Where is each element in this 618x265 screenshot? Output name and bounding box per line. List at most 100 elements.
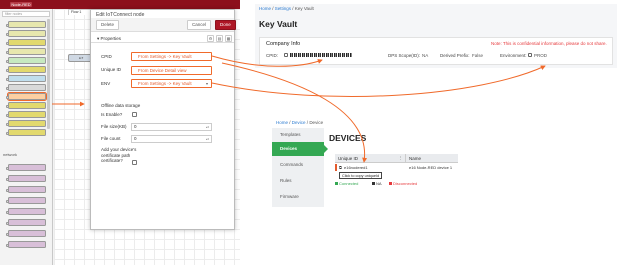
grid-icon[interactable]: ▦ bbox=[225, 35, 232, 42]
legend-connected-text: Connected bbox=[339, 181, 359, 186]
derived-prefix-label: Derived Prefix: bbox=[440, 53, 470, 58]
spinner-icon[interactable]: ▴▾ bbox=[206, 136, 209, 142]
file-count-value: 0 bbox=[134, 136, 137, 141]
env-select-value: From Settings -> Key Vault bbox=[138, 81, 192, 86]
palette-scrollbar[interactable] bbox=[47, 19, 50, 129]
table-header: Unique ID ⋮ Name bbox=[335, 154, 458, 163]
palette-node[interactable] bbox=[6, 120, 46, 127]
offline-storage-heading: Offline data storage bbox=[101, 103, 141, 108]
nav-rules[interactable]: Rules bbox=[272, 174, 324, 188]
copy-tooltip: Click to copy uniqueId bbox=[339, 172, 383, 179]
cpid-label: CPID bbox=[101, 54, 112, 59]
company-info-card: Company Info Note: This is confidential … bbox=[259, 37, 613, 65]
legend-connected: Connected bbox=[335, 181, 358, 186]
device-unique-id[interactable]: e16nodered1 bbox=[344, 165, 368, 170]
properties-label[interactable]: ▾ Properties bbox=[97, 36, 121, 42]
palette-node[interactable] bbox=[6, 208, 46, 215]
column-name[interactable]: Name bbox=[409, 156, 421, 161]
palette-node[interactable] bbox=[6, 66, 46, 73]
dps-scope-value: NA bbox=[422, 53, 429, 58]
palette-node[interactable] bbox=[6, 175, 46, 182]
document-icon[interactable]: ▤ bbox=[216, 35, 223, 42]
palette-node[interactable] bbox=[6, 102, 46, 109]
derived-prefix-value: False bbox=[472, 53, 484, 58]
certificate-checkbox[interactable] bbox=[132, 160, 137, 165]
disconnected-swatch bbox=[389, 182, 392, 186]
copy-icon[interactable]: ⧉ bbox=[339, 165, 342, 170]
chevron-down-icon: ▾ bbox=[205, 81, 208, 86]
nav-devices[interactable]: Devices bbox=[272, 142, 328, 156]
row-status-indicator bbox=[335, 164, 337, 171]
palette-node[interactable] bbox=[6, 30, 46, 37]
palette-node[interactable] bbox=[6, 39, 46, 46]
nodered-header: Node-RED bbox=[0, 0, 240, 9]
file-count-label: File count bbox=[101, 136, 121, 141]
palette-node[interactable] bbox=[6, 129, 46, 136]
nav-firmware[interactable]: Firmware bbox=[272, 190, 324, 204]
arrow-env-to-keyvault bbox=[211, 65, 546, 98]
environment-value: PROD bbox=[534, 53, 548, 58]
file-size-value: 0 bbox=[134, 124, 137, 129]
palette-node[interactable] bbox=[6, 84, 46, 91]
palette-node[interactable] bbox=[6, 241, 46, 248]
na-swatch bbox=[372, 182, 375, 186]
breadcrumb-device[interactable]: Device bbox=[292, 120, 306, 125]
copy-icon[interactable] bbox=[284, 53, 288, 57]
breadcrumb-current: Device bbox=[309, 120, 324, 125]
device-sidebar: Templates Devices Commands Rules Firmwar… bbox=[272, 128, 328, 207]
certificate-path-text: Add your device's certificate path bbox=[101, 147, 137, 158]
cancel-button[interactable]: Cancel bbox=[187, 20, 212, 30]
connected-swatch bbox=[335, 182, 338, 186]
palette-node[interactable] bbox=[6, 48, 46, 55]
environment-label: Environment: bbox=[500, 53, 527, 58]
palette-filter-input[interactable]: filter nodes bbox=[2, 11, 50, 17]
nav-templates[interactable]: Templates bbox=[272, 128, 324, 142]
palette-node[interactable] bbox=[6, 197, 46, 204]
file-size-input[interactable]: 0 ▴▾ bbox=[131, 123, 212, 131]
palette-node[interactable] bbox=[6, 230, 46, 237]
cpid-field[interactable]: From Settings -> Key Vault bbox=[131, 52, 212, 61]
nav-commands[interactable]: Commands bbox=[272, 158, 324, 172]
column-unique-id[interactable]: Unique ID bbox=[338, 156, 358, 161]
breadcrumb-current: Key Vault bbox=[294, 6, 314, 11]
palette-category-network[interactable]: network bbox=[3, 152, 17, 157]
breadcrumb: Home / Device / Device bbox=[276, 120, 324, 125]
column-divider bbox=[405, 154, 406, 163]
palette-node[interactable] bbox=[6, 57, 46, 64]
unique-id-label: Unique ID bbox=[101, 67, 122, 72]
breadcrumb-settings[interactable]: Settings bbox=[275, 6, 291, 11]
is-enable-checkbox[interactable] bbox=[132, 112, 137, 117]
gear-icon[interactable]: ⚙ bbox=[207, 35, 214, 42]
page-title: DEVICES bbox=[329, 133, 367, 143]
env-select[interactable]: From Settings -> Key Vault ▾ bbox=[131, 79, 212, 88]
palette-node[interactable] bbox=[6, 219, 46, 226]
done-button[interactable]: Done bbox=[215, 20, 236, 30]
redacted-cpid bbox=[290, 53, 352, 57]
palette-node[interactable] bbox=[6, 186, 46, 193]
env-label: ENV bbox=[101, 81, 111, 86]
unique-id-field[interactable]: From Device Detail view bbox=[131, 66, 212, 75]
tray-toolbar: Delete Cancel Done bbox=[91, 18, 236, 32]
nodered-logo: Node-RED bbox=[10, 2, 32, 7]
breadcrumb-home[interactable]: Home bbox=[259, 6, 271, 11]
properties-text: Properties bbox=[100, 36, 122, 41]
delete-button[interactable]: Delete bbox=[96, 20, 120, 30]
breadcrumb-home[interactable]: Home bbox=[276, 120, 288, 125]
properties-bar: ▾ Properties ⚙ ▤ ▦ bbox=[91, 34, 234, 43]
palette-node[interactable] bbox=[6, 111, 46, 118]
file-count-input[interactable]: 0 ▴▾ bbox=[131, 135, 212, 143]
palette-node[interactable] bbox=[6, 21, 46, 28]
edit-node-tray: Edit IoTConnect node Delete Cancel Done … bbox=[90, 9, 236, 230]
cpid-label: CPID: bbox=[266, 53, 279, 58]
device-name[interactable]: e16 Node-RED device 1 bbox=[409, 165, 452, 170]
spinner-icon[interactable]: ▴▾ bbox=[206, 124, 209, 130]
palette-node-iotconnect[interactable] bbox=[6, 92, 47, 101]
palette-node[interactable] bbox=[6, 164, 46, 171]
devices-table: Unique ID ⋮ Name ⧉ e16nodered1 e16 Node-… bbox=[335, 154, 458, 190]
palette-node[interactable] bbox=[6, 75, 46, 82]
page-title: Key Vault bbox=[259, 19, 298, 29]
copy-icon[interactable] bbox=[528, 53, 532, 57]
sort-icon[interactable]: ⋮ bbox=[399, 156, 403, 160]
is-enable-label: Is Enable? bbox=[101, 112, 123, 117]
certificate-check-text: certificate? bbox=[101, 158, 123, 163]
